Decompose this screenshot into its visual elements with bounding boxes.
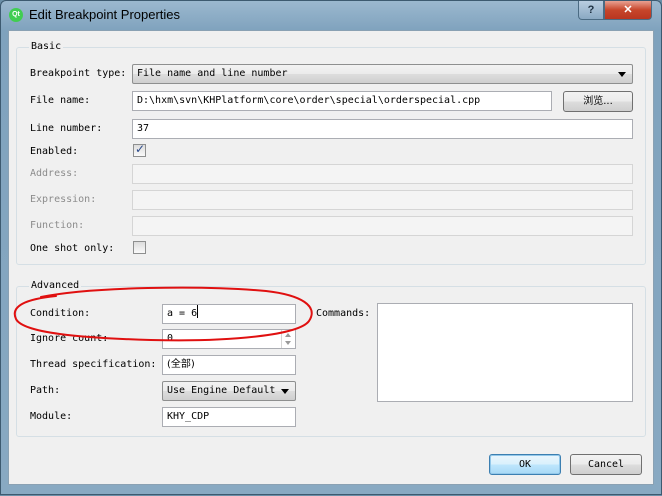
spin-up-icon[interactable] (285, 333, 291, 337)
close-button[interactable]: ✕ (604, 1, 652, 20)
path-select[interactable]: Use Engine Default (162, 381, 296, 401)
dropdown-arrow-icon (281, 389, 289, 394)
function-label: Function: (30, 220, 85, 231)
breakpoint-type-label: Breakpoint type: (30, 68, 127, 79)
breakpoint-type-value: File name and line number (137, 68, 288, 79)
title-bar[interactable]: Qt Edit Breakpoint Properties ? ✕ (1, 1, 661, 29)
line-number-label: Line number: (30, 123, 103, 134)
text-caret (197, 305, 199, 318)
thread-spec-field[interactable]: (全部) (162, 355, 296, 375)
thread-spec-label: Thread specification: (30, 359, 157, 370)
commands-label: Commands: (316, 308, 371, 319)
enabled-label: Enabled: (30, 146, 79, 157)
file-name-field[interactable]: D:\hxm\svn\KHPlatform\core\order\special… (132, 91, 552, 111)
ignore-count-spinbox[interactable]: 0 (162, 329, 296, 349)
path-value: Use Engine Default (167, 385, 276, 396)
condition-value: a = 6 (167, 308, 198, 319)
ignore-count-label: Ignore count: (30, 333, 109, 344)
dialog-client-area: Basic Breakpoint type: File name and lin… (8, 30, 654, 485)
function-field[interactable] (132, 216, 633, 236)
spin-down-icon[interactable] (285, 341, 291, 345)
breakpoint-type-select[interactable]: File name and line number (132, 64, 633, 84)
checkmark-icon: ✓ (135, 142, 146, 156)
one-shot-label: One shot only: (30, 243, 115, 254)
module-label: Module: (30, 411, 73, 422)
dialog-window: Qt Edit Breakpoint Properties ? ✕ Basic … (0, 0, 662, 495)
file-name-label: File name: (30, 95, 91, 106)
one-shot-checkbox[interactable] (133, 241, 146, 254)
condition-field[interactable]: a = 6 (162, 304, 296, 324)
enabled-checkbox[interactable]: ✓ (133, 142, 146, 157)
expression-field[interactable] (132, 190, 633, 210)
line-number-field[interactable]: 37 (132, 119, 633, 139)
browse-button[interactable]: 浏览... (563, 91, 633, 112)
condition-label: Condition: (30, 308, 91, 319)
expression-label: Expression: (30, 194, 97, 205)
qt-logo-icon: Qt (9, 8, 23, 22)
ignore-count-value: 0 (167, 333, 174, 344)
commands-textarea[interactable] (377, 303, 633, 402)
window-title: Edit Breakpoint Properties (29, 7, 181, 22)
dropdown-arrow-icon (618, 72, 626, 77)
path-label: Path: (30, 385, 61, 396)
ok-button[interactable]: OK (489, 454, 561, 475)
address-label: Address: (30, 168, 79, 179)
advanced-group-title: Advanced (29, 280, 82, 291)
help-button[interactable]: ? (578, 1, 604, 20)
spin-buttons[interactable] (281, 330, 295, 348)
module-field[interactable]: KHY_CDP (162, 407, 296, 427)
cancel-button[interactable]: Cancel (570, 454, 642, 475)
address-field[interactable] (132, 164, 633, 184)
basic-group-title: Basic (29, 41, 64, 52)
